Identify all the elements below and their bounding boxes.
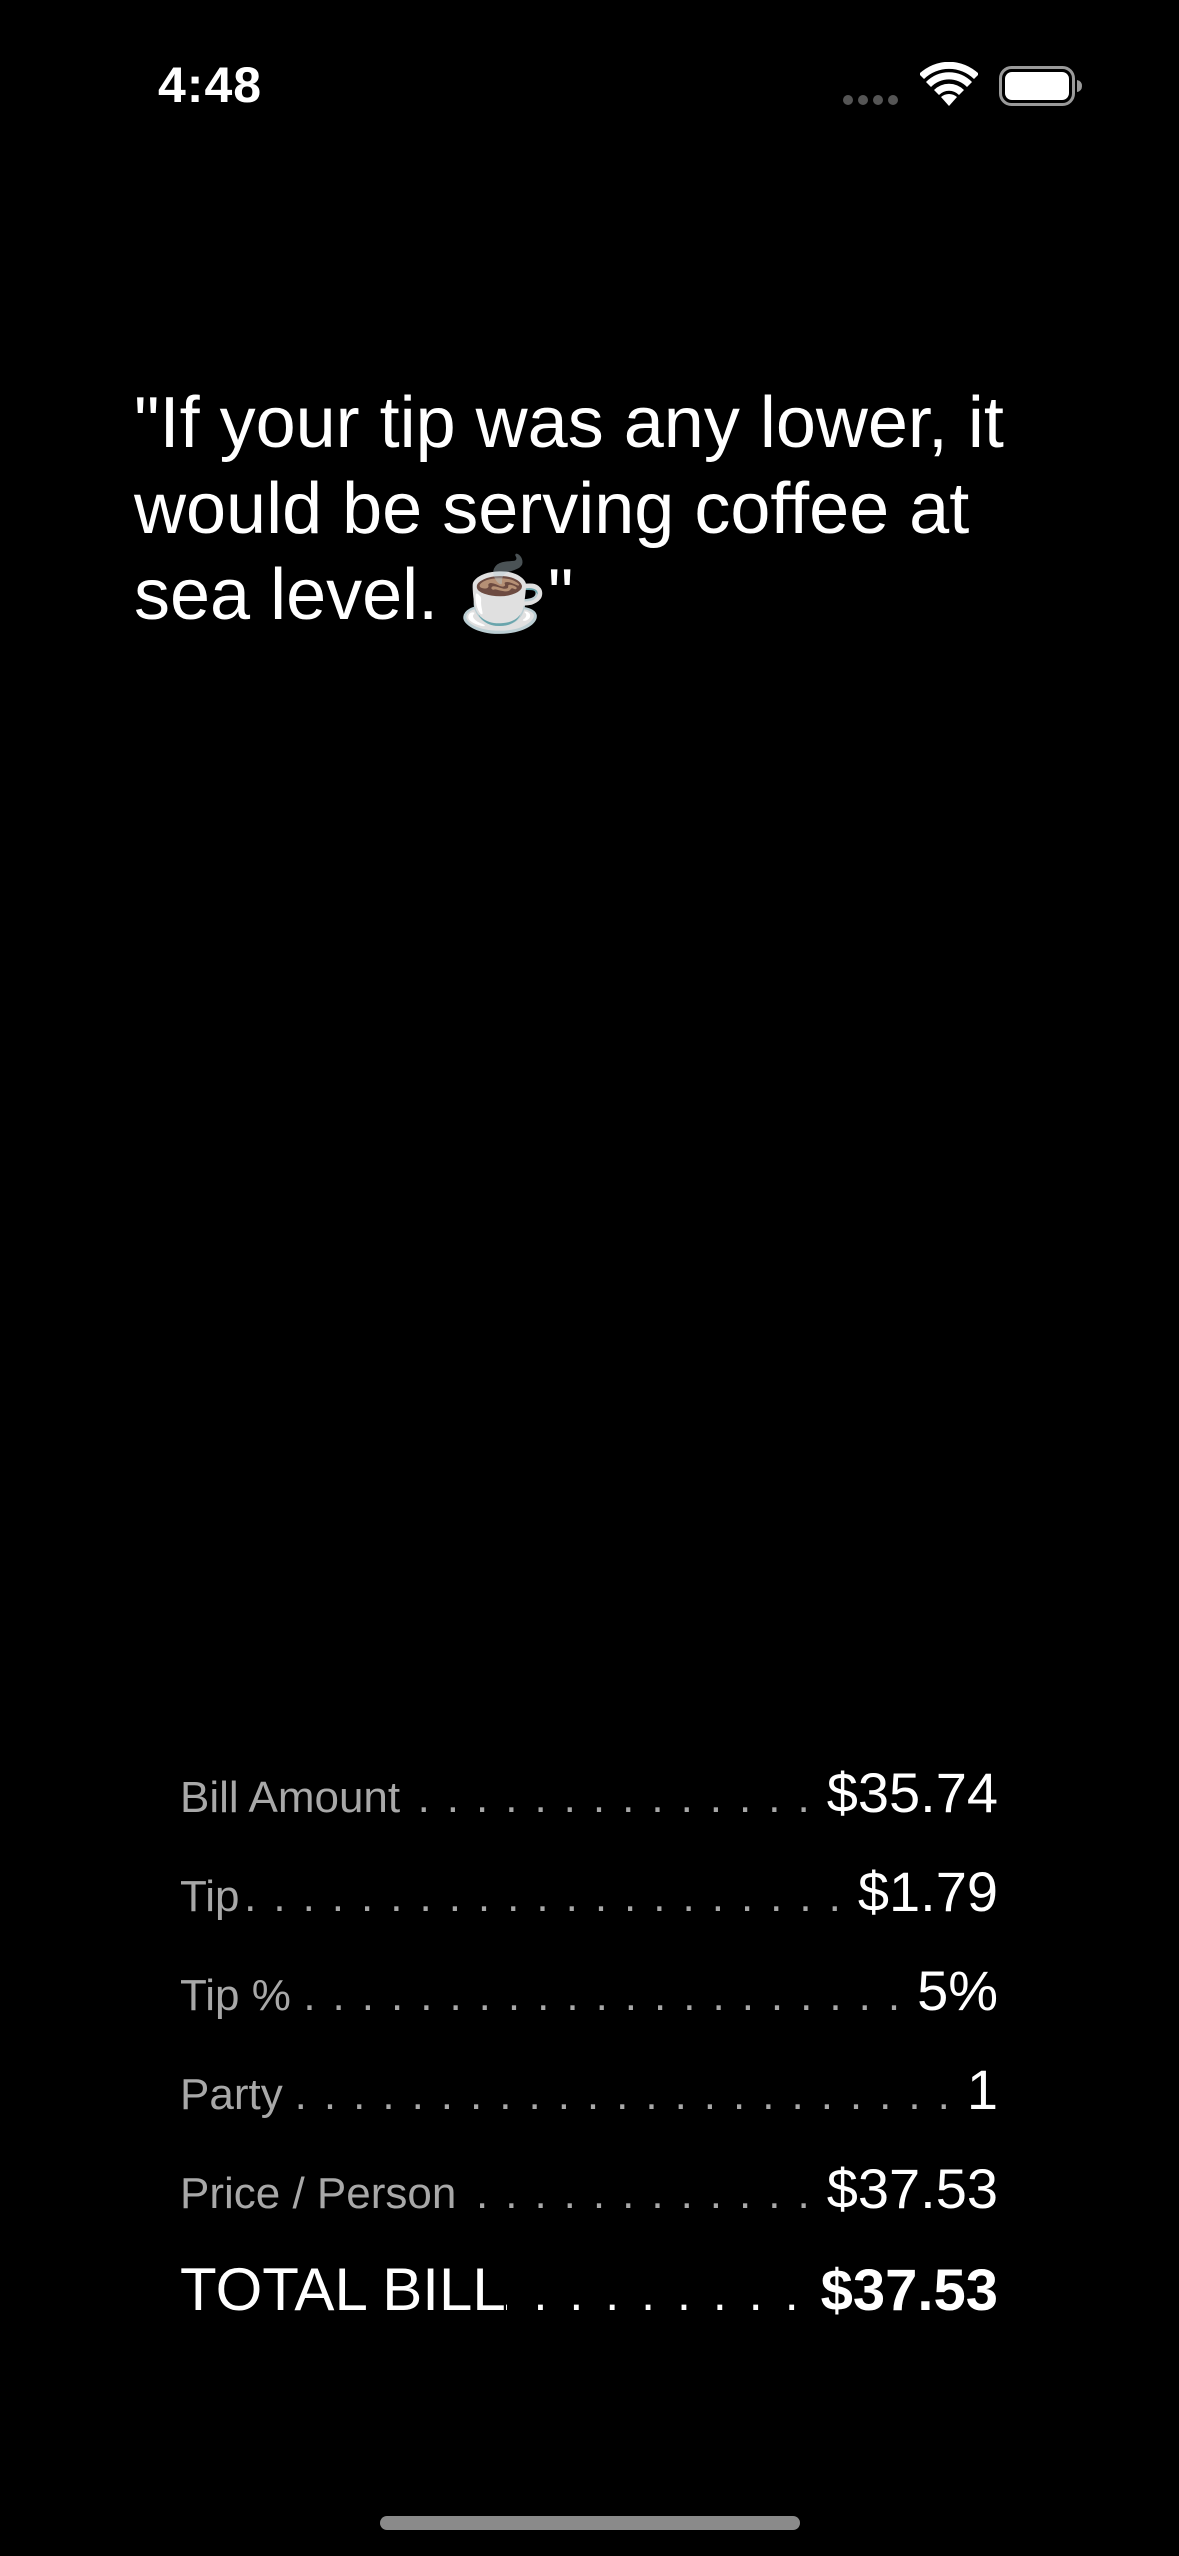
tip-row: Tip ....................................… <box>180 1859 998 1958</box>
bill-amount-row: Bill Amount ............................… <box>180 1760 998 1859</box>
dot-leader: ........................................… <box>456 2169 827 2218</box>
status-bar: 4:48 <box>0 0 1179 150</box>
total-bill-row: TOTAL BILL .............................… <box>180 2255 998 2354</box>
home-indicator[interactable] <box>380 2516 800 2530</box>
tip-percent-row: Tip % ..................................… <box>180 1958 998 2057</box>
dot-leader: ........................................… <box>283 2070 967 2119</box>
tip-percent-value: 5% <box>917 1959 998 2022</box>
party-value: 1 <box>966 2058 998 2121</box>
wifi-icon <box>920 62 978 106</box>
price-per-person-value: $37.53 <box>826 2157 998 2220</box>
bill-amount-label: Bill Amount <box>180 1773 401 1822</box>
status-time: 4:48 <box>158 57 263 113</box>
price-per-person-label: Price / Person <box>180 2169 457 2218</box>
dot-leader: ........................................… <box>506 2265 821 2321</box>
bill-amount-value: $35.74 <box>826 1761 998 1824</box>
battery-icon <box>999 66 1082 106</box>
dot-leader: ........................................… <box>290 1971 918 2020</box>
total-bill-label: TOTAL BILL <box>180 2256 506 2323</box>
party-label: Party <box>180 2070 283 2119</box>
dot-leader: ........................................… <box>400 1773 827 1822</box>
cellular-signal-icon <box>843 95 903 105</box>
tip-value: $1.79 <box>857 1860 998 1923</box>
total-bill-value: $37.53 <box>820 2258 998 2323</box>
dot-leader: ........................................… <box>239 1872 858 1921</box>
price-per-person-row: Price / Person .........................… <box>180 2156 998 2255</box>
tip-percent-label: Tip % <box>180 1971 291 2020</box>
receipt-summary: Bill Amount ............................… <box>180 1760 998 2354</box>
quote-text: "If your tip was any lower, it would be … <box>134 383 1004 635</box>
party-row: Party ..................................… <box>180 2057 998 2156</box>
tip-label: Tip <box>180 1872 240 1921</box>
